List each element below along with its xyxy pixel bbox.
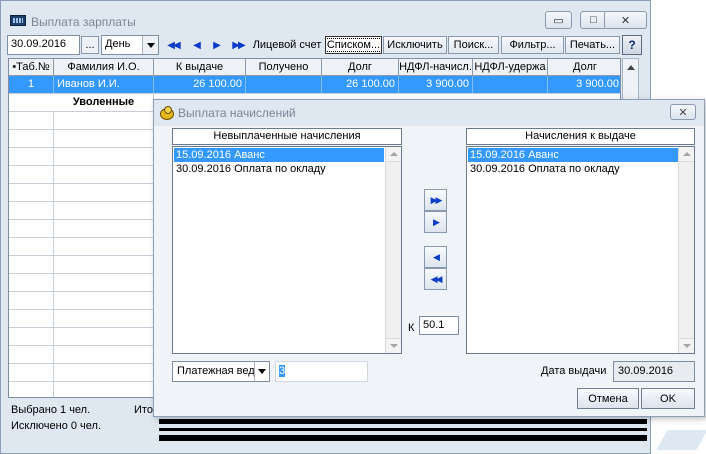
print-button[interactable]: Печать...: [565, 36, 620, 54]
window-titlebar[interactable]: Выплата зарплаты ▭ □ ✕: [1, 1, 650, 32]
payment-dialog: Выплата начислений ✕ Невыплаченные начис…: [153, 99, 705, 417]
group-label: Уволенные: [54, 94, 154, 111]
close-button[interactable]: ✕: [604, 11, 647, 29]
period-select-value: День: [105, 38, 131, 50]
scroll-down-icon[interactable]: [386, 338, 401, 353]
prev-record-icon[interactable]: ◀: [187, 38, 205, 52]
account-button[interactable]: Лицевой счет: [249, 36, 325, 54]
filter-button-label: Фильтр...: [509, 39, 556, 51]
table-row[interactable]: 1 Иванов И.И. 26 100.00 26 100.00 3 900.…: [9, 76, 620, 94]
status-bar-segment: [159, 419, 647, 424]
move-right-button[interactable]: ▶: [424, 211, 447, 233]
document-number-value: 3: [279, 365, 286, 377]
account-button-label: Лицевой счет: [252, 39, 322, 51]
ok-button-label: OK: [660, 392, 676, 405]
scroll-down-icon[interactable]: [679, 338, 694, 353]
document-number-input[interactable]: 3: [275, 361, 368, 382]
column-header[interactable]: НДФЛ-удержа: [473, 59, 548, 75]
list-scrollbar[interactable]: [678, 147, 694, 353]
cell-debt2: 3 900.00: [576, 78, 619, 90]
status-bar-segment: [159, 435, 647, 441]
cell-received: [246, 76, 322, 93]
scroll-up-icon[interactable]: [679, 147, 694, 162]
column-header[interactable]: Получено: [246, 59, 322, 75]
document-type-value: Платежная вед: [177, 365, 255, 377]
column-header[interactable]: НДФЛ-начисл.: [399, 59, 473, 75]
scroll-up-icon[interactable]: [386, 147, 401, 162]
double-arrow-right-icon: ▶▶: [430, 194, 443, 205]
exclude-button[interactable]: Исключить: [383, 36, 447, 54]
cell-to-pay: 26 100.00: [154, 76, 246, 93]
help-button[interactable]: ?: [622, 35, 642, 55]
chevron-down-icon: [254, 362, 269, 381]
list-item[interactable]: 15.09.2016 Аванс: [174, 148, 384, 162]
move-all-right-button[interactable]: ▶▶: [424, 189, 447, 211]
unpaid-accruals-list[interactable]: 15.09.2016 Аванс 30.09.2016 Оплата по ок…: [172, 146, 402, 354]
window-title: Выплата зарплаты: [31, 15, 136, 29]
scroll-up-icon[interactable]: [623, 59, 638, 76]
minimize-button[interactable]: ▭: [545, 11, 572, 29]
list-item[interactable]: 15.09.2016 Аванс: [468, 148, 678, 162]
move-left-button[interactable]: ◀: [424, 246, 447, 268]
cancel-button-label: Отмена: [588, 392, 628, 405]
app-icon: [10, 15, 26, 26]
unpaid-list-header: Невыплаченные начисления: [172, 128, 402, 145]
arrow-left-icon: ◀: [433, 251, 440, 262]
dialog-titlebar[interactable]: Выплата начислений ✕: [154, 100, 704, 126]
maximize-button[interactable]: □: [580, 11, 607, 29]
toolbar: 30.09.2016 ... День ◀◀ ◀ ▶ ▶▶ Лицевой сч…: [7, 33, 647, 57]
table-header: •Таб.№ Фамилия И.О. К выдаче Получено До…: [9, 59, 620, 76]
payout-list-header: Начисления к выдаче: [466, 128, 695, 145]
chevron-down-icon: [142, 36, 158, 54]
k-field[interactable]: 50.1: [419, 316, 459, 335]
arrow-right-icon: ▶: [433, 216, 440, 227]
search-button-label: Поиск...: [453, 39, 494, 51]
total-label: Ито: [134, 404, 153, 416]
minimize-icon: ▭: [553, 14, 564, 27]
payout-accruals-list[interactable]: 15.09.2016 Аванс 30.09.2016 Оплата по ок…: [466, 146, 695, 354]
column-header[interactable]: Долг: [322, 59, 399, 75]
exclude-button-label: Исключить: [387, 39, 443, 51]
double-arrow-left-icon: ◀◀: [430, 273, 443, 284]
print-button-label: Печать...: [569, 39, 616, 51]
status-bar-segment: [159, 428, 647, 431]
move-all-left-button[interactable]: ◀◀: [424, 268, 447, 290]
excluded-count: Исключено 0 чел.: [11, 420, 101, 432]
maximize-icon: □: [590, 14, 597, 26]
cancel-button[interactable]: Отмена: [577, 388, 639, 409]
coins-icon: [160, 106, 174, 120]
cell-debt: 26 100.00: [322, 76, 399, 93]
list-item[interactable]: 30.09.2016 Оплата по окладу: [468, 162, 678, 176]
list-item[interactable]: 30.09.2016 Оплата по окладу: [174, 162, 384, 176]
column-header[interactable]: Фамилия И.О.: [54, 59, 154, 75]
list-scrollbar[interactable]: [385, 147, 401, 353]
column-header[interactable]: •Таб.№: [9, 59, 54, 75]
cell-ndfl-accrued: 3 900.00: [399, 76, 473, 93]
close-icon: ✕: [620, 14, 631, 27]
payout-date-field[interactable]: 30.09.2016: [613, 361, 695, 382]
date-input[interactable]: 30.09.2016: [7, 35, 80, 55]
close-icon: ✕: [678, 106, 688, 119]
cell-ndfl-withheld: [473, 76, 548, 93]
cell-tab-number: 1: [9, 76, 54, 93]
k-label: К: [408, 322, 415, 334]
column-header[interactable]: К выдаче: [154, 59, 246, 75]
first-record-icon[interactable]: ◀◀: [164, 38, 182, 52]
document-type-select[interactable]: Платежная вед: [172, 361, 270, 382]
selected-count: Выбрано 1 чел.: [11, 404, 91, 416]
search-button[interactable]: Поиск...: [448, 36, 499, 54]
next-record-icon[interactable]: ▶: [207, 38, 225, 52]
cell-name: Иванов И.И.: [54, 76, 154, 93]
last-record-icon[interactable]: ▶▶: [229, 38, 247, 52]
list-button[interactable]: Списком...: [325, 36, 382, 54]
ok-button[interactable]: OK: [641, 388, 695, 409]
payout-date-label: Дата выдачи: [541, 365, 607, 377]
date-picker-button[interactable]: ...: [81, 36, 99, 54]
column-header[interactable]: Долг: [548, 59, 620, 75]
list-button-label: Списком...: [326, 38, 381, 52]
dialog-close-button[interactable]: ✕: [670, 104, 696, 120]
dialog-title: Выплата начислений: [178, 106, 296, 120]
period-select[interactable]: День: [101, 35, 159, 55]
filter-button[interactable]: Фильтр...: [501, 36, 564, 54]
